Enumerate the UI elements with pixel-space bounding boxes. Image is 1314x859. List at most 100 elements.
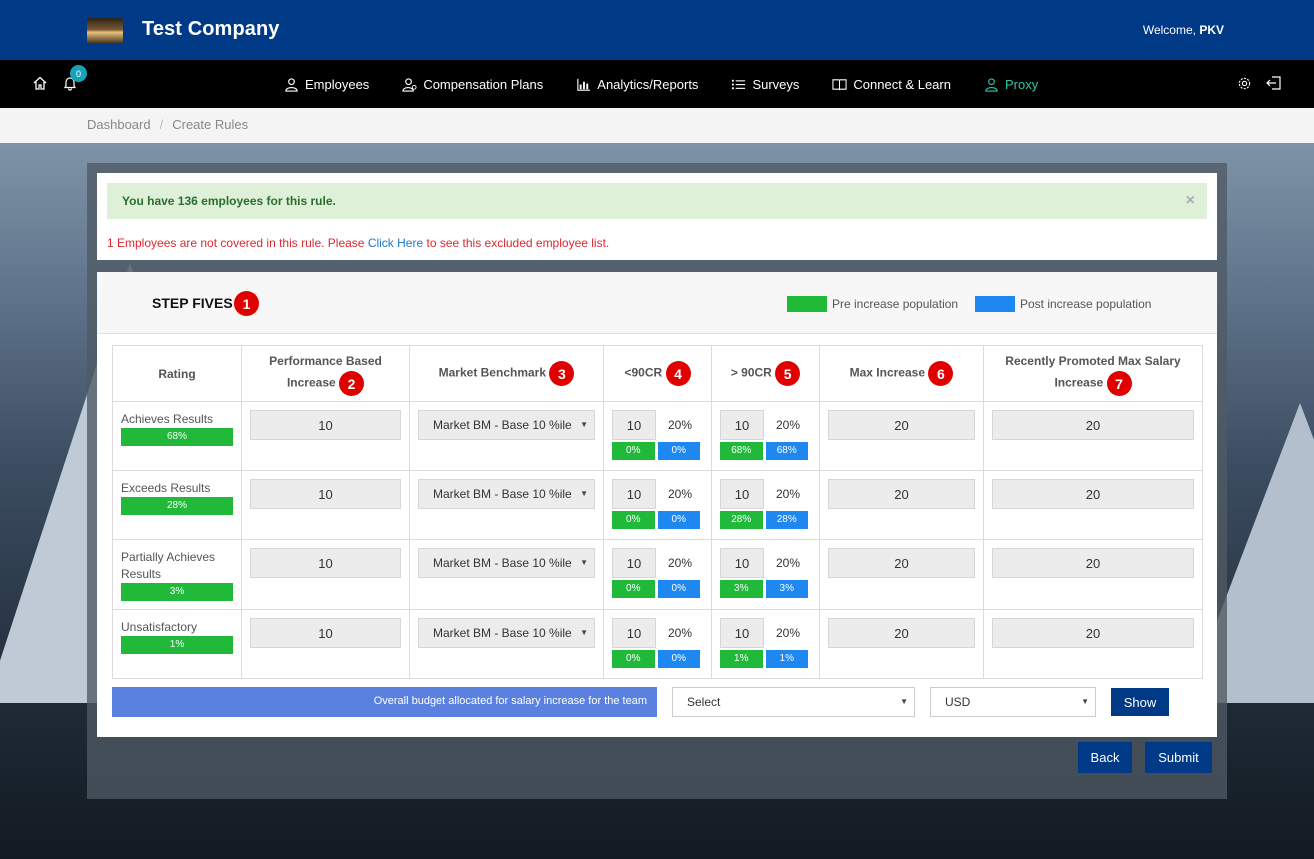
gt90cr-input[interactable]: 10 [720, 410, 764, 440]
max-increase-input[interactable]: 20 [828, 548, 975, 578]
lt90cr-cell: 10 20% 0% 0% [603, 609, 712, 679]
gt90cr-cell: 10 20% 3% 3% [711, 539, 820, 610]
lt90cr-percent: 20% [668, 418, 693, 432]
gt90cr-input[interactable]: 10 [720, 548, 764, 578]
lt90cr-cell: 10 20% 0% 0% [603, 401, 712, 471]
legend-pre: Pre increase population [787, 296, 958, 312]
submit-button[interactable]: Submit [1145, 742, 1212, 773]
user-icon [985, 77, 998, 92]
performance-increase-input[interactable]: 10 [250, 410, 401, 440]
performance-increase-input[interactable]: 10 [250, 479, 401, 509]
lt90cr-input[interactable]: 10 [612, 548, 656, 578]
promoted-max-input[interactable]: 20 [992, 479, 1194, 509]
close-icon[interactable]: × [1186, 192, 1195, 210]
gt90cr-pre-population: 1% [720, 650, 763, 668]
welcome-text: Welcome, PKV [1143, 23, 1224, 37]
gt90cr-percent: 20% [776, 418, 801, 432]
nav-item-compensation-plans[interactable]: Compensation Plans [402, 77, 543, 92]
notification-badge: 0 [70, 65, 87, 82]
header-number-badge: 4 [665, 361, 691, 386]
nav-label: Compensation Plans [423, 76, 544, 92]
promoted-max-input[interactable]: 20 [992, 410, 1194, 440]
gt90cr-input[interactable]: 10 [720, 618, 764, 648]
breadcrumb-dashboard[interactable]: Dashboard [87, 117, 151, 132]
market-benchmark-select[interactable]: Market BM - Base 10 %ile ▼ [418, 548, 595, 578]
promoted-cell: 20 [983, 539, 1203, 610]
nav-item-surveys[interactable]: Surveys [731, 77, 799, 92]
header-number-badge: 7 [1106, 371, 1132, 396]
column-header-recently-promoted: Recently Promoted Max Salary Increase 7 [983, 345, 1203, 402]
nav-label: Employees [305, 76, 370, 92]
lt90cr-pre-population: 0% [612, 650, 655, 668]
market-benchmark-select[interactable]: Market BM - Base 10 %ile ▼ [418, 618, 595, 648]
performance-increase-input[interactable]: 10 [250, 618, 401, 648]
header-number-badge: 5 [775, 361, 801, 386]
lt90cr-cell: 10 20% 0% 0% [603, 539, 712, 610]
header-number-badge: 2 [339, 371, 365, 396]
logout-icon[interactable] [1264, 73, 1284, 93]
promoted-cell: 20 [983, 401, 1203, 471]
rating-distribution-bar: 1% [121, 636, 233, 654]
gt90cr-cell: 10 20% 28% 28% [711, 470, 820, 540]
user-name[interactable]: PKV [1199, 23, 1224, 37]
gt90cr-percent: 20% [776, 556, 801, 570]
max-increase-cell: 20 [819, 401, 984, 471]
rating-distribution-bar: 28% [121, 497, 233, 515]
market-benchmark-value: Market BM - Base 10 %ile [433, 418, 572, 432]
back-button[interactable]: Back [1078, 742, 1132, 773]
max-increase-input[interactable]: 20 [828, 618, 975, 648]
rating-cell: Exceeds Results 28% [112, 470, 242, 540]
budget-select-value: Select [687, 695, 721, 709]
lt90cr-input[interactable]: 10 [612, 479, 656, 509]
lt90cr-input[interactable]: 10 [612, 410, 656, 440]
promoted-max-input[interactable]: 20 [992, 548, 1194, 578]
table-row: Partially Achieves Results 3% 10 Market BM … [112, 539, 1203, 610]
column-header-max-increase: Max Increase 6 [819, 345, 984, 402]
show-button[interactable]: Show [1111, 688, 1169, 716]
budget-select[interactable]: Select ▼ [672, 687, 915, 717]
nav-item-connect-learn[interactable]: Connect & Learn [832, 77, 951, 92]
user-gear-icon [402, 77, 417, 92]
max-increase-input[interactable]: 20 [828, 479, 975, 509]
rating-cell: Unsatisfactory 1% [112, 609, 242, 679]
nav-item-employees[interactable]: Employees [284, 77, 369, 92]
table-header-row: Rating Performance Based Increase 2 Mark… [112, 345, 1203, 402]
list-icon [732, 79, 746, 89]
rating-distribution-bar: 68% [121, 428, 233, 446]
bar-chart-icon [577, 78, 591, 91]
gt90cr-post-population: 28% [765, 511, 808, 529]
max-increase-input[interactable]: 20 [828, 410, 975, 440]
lt90cr-input[interactable]: 10 [612, 618, 656, 648]
header-number-badge: 3 [549, 361, 575, 386]
breadcrumb: Dashboard / Create Rules [0, 108, 1314, 143]
breadcrumb-separator: / [159, 117, 164, 132]
column-header-performance: Performance Based Increase 2 [241, 345, 410, 402]
promoted-max-input[interactable]: 20 [992, 618, 1194, 648]
home-icon[interactable] [30, 73, 50, 93]
chevron-down-icon: ▼ [1081, 697, 1089, 706]
currency-select[interactable]: USD ▼ [930, 687, 1096, 717]
lt90cr-post-population: 0% [657, 511, 700, 529]
market-benchmark-select[interactable]: Market BM - Base 10 %ile ▼ [418, 479, 595, 509]
gear-icon[interactable] [1234, 73, 1254, 93]
company-name: Test Company [142, 18, 280, 40]
nav-item-analytics-reports[interactable]: Analytics/Reports [576, 77, 698, 92]
chevron-down-icon: ▼ [900, 697, 908, 706]
gt90cr-pre-population: 28% [720, 511, 763, 529]
step-title: STEP FIVES [152, 295, 233, 311]
nav-item-proxy[interactable]: Proxy [984, 77, 1038, 92]
company-logo[interactable] [87, 18, 123, 44]
gt90cr-cell: 10 20% 1% 1% [711, 609, 820, 679]
gt90cr-post-population: 68% [765, 442, 808, 460]
performance-increase-input[interactable]: 10 [250, 548, 401, 578]
rules-table: Rating Performance Based Increase 2 Mark… [112, 345, 1203, 679]
benchmark-cell: Market BM - Base 10 %ile ▼ [409, 401, 604, 471]
breadcrumb-current: Create Rules [172, 117, 249, 132]
main-navbar: Employees Compensation Plans Analytics/R… [0, 60, 1314, 108]
lt90cr-percent: 20% [668, 556, 693, 570]
gt90cr-input[interactable]: 10 [720, 479, 764, 509]
market-benchmark-select[interactable]: Market BM - Base 10 %ile ▼ [418, 410, 595, 440]
performance-cell: 10 [241, 609, 410, 679]
lt90cr-percent: 20% [668, 626, 693, 640]
excluded-link[interactable]: Click Here [368, 236, 423, 250]
